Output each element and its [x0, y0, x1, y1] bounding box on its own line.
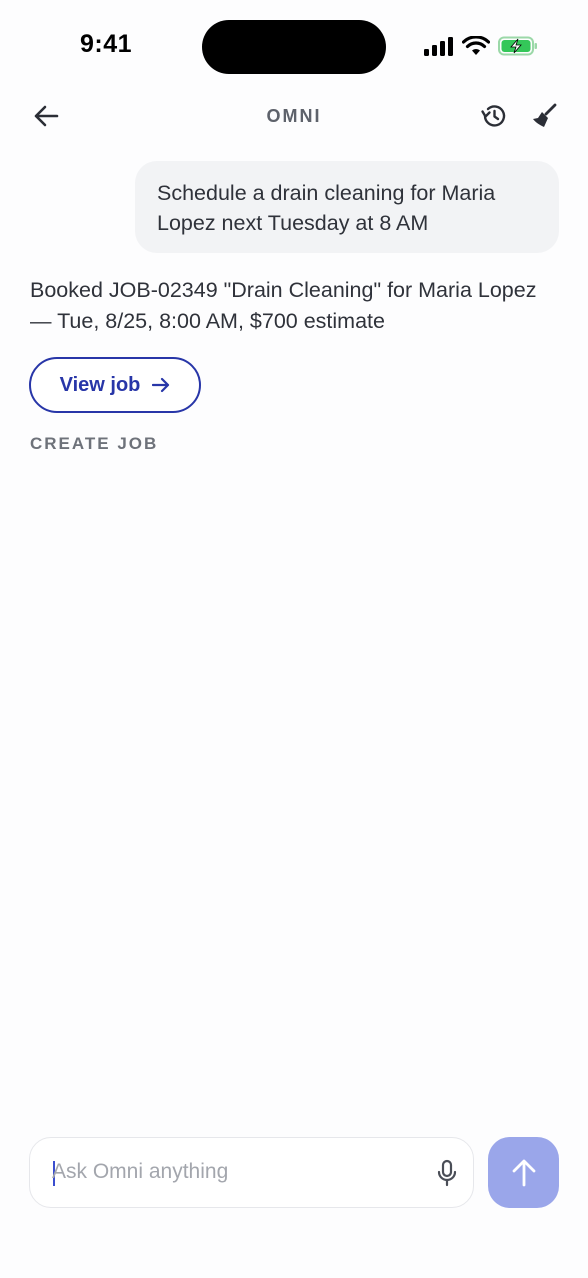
arrow-right-icon [152, 377, 170, 393]
send-button[interactable] [488, 1137, 559, 1208]
assistant-message: Booked JOB-02349 "Drain Cleaning" for Ma… [30, 278, 537, 333]
view-job-button[interactable]: View job [29, 357, 201, 413]
status-bar: 9:41 [0, 0, 588, 90]
status-icons [424, 36, 538, 56]
cellular-signal-icon [424, 37, 453, 56]
battery-charging-icon [498, 36, 537, 56]
view-job-label: View job [59, 373, 141, 396]
status-time: 9:41 [80, 30, 133, 58]
dynamic-island [202, 20, 386, 74]
microphone-icon [437, 1159, 457, 1187]
chat-header: OMNI [0, 90, 588, 142]
user-message-bubble: Schedule a drain cleaning for Maria Lope… [135, 161, 559, 253]
message-composer [29, 1137, 474, 1208]
arrow-up-icon [512, 1159, 535, 1186]
broom-icon [533, 103, 557, 127]
clear-chat-button[interactable] [526, 98, 562, 134]
tool-call-label: CREATE JOB [30, 434, 159, 453]
history-icon [481, 105, 506, 127]
microphone-button[interactable] [432, 1157, 462, 1189]
wifi-icon [462, 36, 490, 55]
history-button[interactable] [476, 98, 512, 134]
message-input[interactable] [52, 1138, 422, 1206]
